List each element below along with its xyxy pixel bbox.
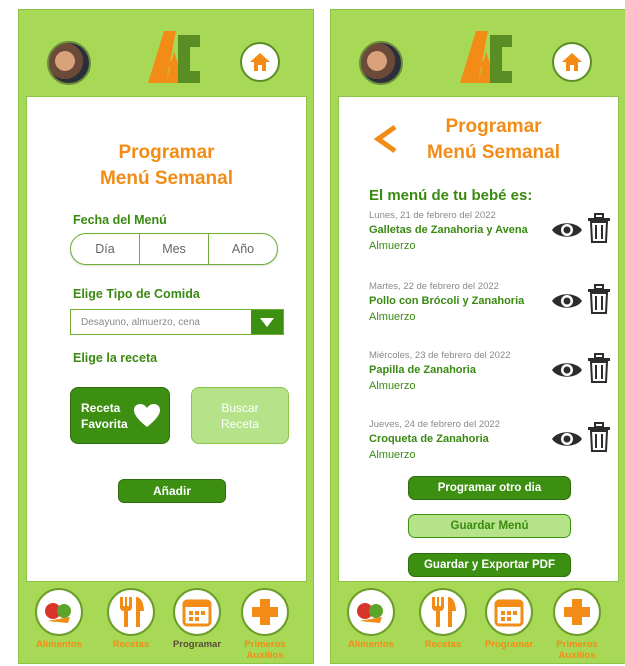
nav-first-aid-label-line2: Auxilios xyxy=(558,650,596,661)
nav-recipes[interactable]: Recetas xyxy=(408,582,478,650)
first-aid-icon xyxy=(553,588,601,636)
meal-item: Martes, 22 de febrero del 2022 Pollo con… xyxy=(369,280,611,324)
food-icon xyxy=(347,588,395,636)
trash-icon[interactable] xyxy=(587,353,611,383)
first-aid-icon xyxy=(241,588,289,636)
add-button[interactable]: Añadir xyxy=(118,479,226,503)
nav-foods[interactable]: Alimentos xyxy=(24,582,94,650)
app-logo xyxy=(460,31,512,83)
meal-item: Lunes, 21 de febrero del 2022 Galletas d… xyxy=(369,209,611,253)
trash-icon[interactable] xyxy=(587,422,611,452)
search-recipe-button[interactable]: Buscar Receta xyxy=(191,387,289,444)
eye-icon[interactable] xyxy=(550,359,584,381)
save-menu-button[interactable]: Guardar Menú xyxy=(408,514,571,538)
trash-icon[interactable] xyxy=(587,284,611,314)
nav-first-aid-label-line1: Primeros xyxy=(556,639,598,650)
favorite-recipe-button[interactable]: Receta Favorita xyxy=(70,387,170,444)
month-field[interactable]: Mes xyxy=(139,234,208,264)
page-title-line1: Programar xyxy=(445,116,542,137)
header xyxy=(331,10,625,95)
header xyxy=(19,10,313,95)
recipe-label: Elige la receta xyxy=(73,351,158,365)
food-icon xyxy=(35,588,83,636)
nav-schedule-label: Programar xyxy=(172,639,222,650)
meal-type: Almuerzo xyxy=(369,240,416,252)
app-logo xyxy=(148,31,200,83)
nav-recipes-label: Recetas xyxy=(112,639,150,650)
home-icon xyxy=(250,53,270,71)
home-button[interactable] xyxy=(552,42,592,82)
schedule-other-day-button[interactable]: Programar otro dia xyxy=(408,476,571,500)
search-recipe-label-line1: Buscar xyxy=(221,400,259,415)
nav-foods-label: Alimentos xyxy=(348,639,394,650)
favorite-recipe-label: Receta Favorita xyxy=(81,400,128,431)
menu-heading: El menú de tu bebé es: xyxy=(369,187,533,204)
bottom-nav: Alimentos Recetas Programar Primeros Aux… xyxy=(331,582,625,665)
nav-recipes-label: Recetas xyxy=(424,639,462,650)
nav-schedule[interactable]: Programar xyxy=(162,582,232,650)
calendar-icon xyxy=(173,588,221,636)
nav-recipes[interactable]: Recetas xyxy=(96,582,166,650)
nav-first-aid-label-line1: Primeros xyxy=(244,639,286,650)
page-title-line2: Menú Semanal xyxy=(99,168,234,189)
year-field[interactable]: Año xyxy=(208,234,277,264)
nav-first-aid-label-line2: Auxilios xyxy=(246,650,284,661)
nav-schedule[interactable]: Programar xyxy=(474,582,544,650)
eye-icon[interactable] xyxy=(550,290,584,312)
home-button[interactable] xyxy=(240,42,280,82)
utensils-icon xyxy=(107,588,155,636)
meal-type-placeholder: Desayuno, almuerzo, cena xyxy=(81,316,200,328)
meal-type-select[interactable]: Desayuno, almuerzo, cena xyxy=(70,309,284,335)
page-title-line1: Programar xyxy=(118,142,215,163)
meal-type: Almuerzo xyxy=(369,380,416,392)
eye-icon[interactable] xyxy=(550,219,584,241)
form-panel: Programar Menú Semanal Fecha del Menú Dí… xyxy=(26,96,307,582)
menu-panel: Programar Menú Semanal El menú de tu beb… xyxy=(338,96,619,582)
date-label: Fecha del Menú xyxy=(73,213,167,227)
calendar-icon xyxy=(485,588,533,636)
eye-icon[interactable] xyxy=(550,428,584,450)
nav-foods-label: Alimentos xyxy=(36,639,82,650)
trash-icon[interactable] xyxy=(587,213,611,243)
meal-item: Jueves, 24 de febrero del 2022 Croqueta … xyxy=(369,418,611,462)
nav-first-aid[interactable]: Primeros Auxilios xyxy=(542,582,612,661)
heart-icon xyxy=(134,403,160,427)
day-field[interactable]: Día xyxy=(71,234,139,264)
meal-item: Miércoles, 23 de febrero del 2022 Papill… xyxy=(369,349,611,393)
save-export-pdf-button[interactable]: Guardar y Exportar PDF xyxy=(408,553,571,577)
meal-type-label: Elige Tipo de Comida xyxy=(73,287,200,301)
meal-type: Almuerzo xyxy=(369,311,416,323)
home-icon xyxy=(562,53,582,71)
utensils-icon xyxy=(419,588,467,636)
nav-foods[interactable]: Alimentos xyxy=(336,582,406,650)
schedule-form-screen: Programar Menú Semanal Fecha del Menú Dí… xyxy=(18,9,314,664)
dropdown-arrow[interactable] xyxy=(251,310,283,334)
bottom-nav: Alimentos Recetas Programar Primeros Aux… xyxy=(19,582,313,665)
menu-summary-screen: Programar Menú Semanal El menú de tu beb… xyxy=(330,9,625,664)
page-title-line2: Menú Semanal xyxy=(426,142,561,163)
avatar[interactable] xyxy=(359,41,403,85)
chevron-down-icon xyxy=(260,318,274,327)
avatar[interactable] xyxy=(47,41,91,85)
date-picker: Día Mes Año xyxy=(70,233,278,265)
meal-type: Almuerzo xyxy=(369,449,416,461)
search-recipe-label-line2: Receta xyxy=(220,416,260,431)
nav-first-aid[interactable]: Primeros Auxilios xyxy=(230,582,300,661)
nav-schedule-label: Programar xyxy=(484,639,534,650)
